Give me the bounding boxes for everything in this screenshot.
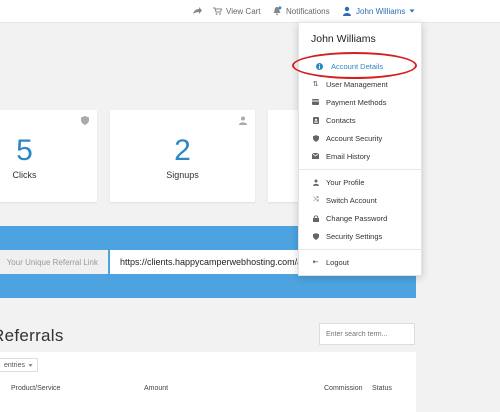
logout-icon: ⇤ [312,259,319,266]
view-cart-link[interactable]: View Cart [212,5,261,17]
caret-down-icon [28,363,33,367]
shuffle-icon: ⤨ [312,196,319,203]
menu-item-email-history[interactable]: Email History [299,148,421,164]
top-navbar: View Cart Notifications John Williams [0,0,500,23]
address-book-icon [312,116,319,124]
menu-item-label: Email History [326,151,371,161]
menu-item-label: Change Password [326,213,388,223]
shield-icon [312,134,319,142]
menu-item-label: Switch Account [326,195,377,205]
menu-item-label: Security Settings [326,231,383,241]
referrals-table-panel [0,352,416,412]
clicks-label: Clicks [12,170,37,180]
referral-link-label-text: Your Unique Referral Link [6,257,98,267]
share-icon [193,7,202,14]
menu-divider [299,249,421,250]
menu-item-label: Logout [326,257,349,267]
menu-item-label: Your Profile [326,177,365,187]
column-header-amount[interactable]: Amount [144,385,168,392]
column-header-product[interactable]: Product/Service [11,385,60,392]
stat-card-clicks: 5 Clicks [0,110,97,202]
envelope-icon [312,153,319,160]
menu-item-your-profile[interactable]: Your Profile [299,174,421,190]
menu-item-logout[interactable]: ⇤ Logout [299,254,421,270]
caret-down-icon [409,9,415,13]
user-icon [343,6,351,16]
menu-item-label: Contacts [326,115,356,125]
share-button[interactable] [192,5,202,17]
menu-item-account-security[interactable]: Account Security [299,130,421,146]
menu-divider [299,169,421,170]
referral-link-field[interactable]: https://clients.happycamperwebhosting.co… [110,250,310,274]
shield-icon [81,116,89,125]
menu-item-security-settings[interactable]: Security Settings [299,228,421,244]
users-icon: ⇅ [312,81,319,88]
referral-link-label: Your Unique Referral Link [0,250,108,274]
dropdown-title: John Williams [311,33,376,45]
stat-card-signups: 2 Signups [110,110,255,202]
lock-icon [312,214,319,222]
entries-select[interactable]: entries [0,358,38,372]
referral-band-bottom [0,276,416,298]
menu-item-change-password[interactable]: Change Password [299,210,421,226]
shield-check-icon [312,232,319,240]
user-menu-toggle[interactable]: John Williams [342,5,415,17]
signups-count: 2 [174,134,191,167]
search-input[interactable] [319,323,415,345]
column-header-status[interactable]: Status [372,385,392,392]
referrals-heading-text: Referrals [0,326,64,345]
menu-item-label: User Management [326,79,388,89]
referrals-heading: Referrals [0,326,72,346]
view-cart-label: View Cart [226,6,261,16]
user-icon [312,179,319,186]
menu-item-contacts[interactable]: Contacts [299,112,421,128]
menu-item-switch-account[interactable]: ⤨ Switch Account [299,192,421,208]
menu-item-label: Account Security [326,133,383,143]
bell-icon [273,6,282,16]
user-name-label: John Williams [356,6,406,16]
clicks-count: 5 [16,134,33,167]
cart-icon [213,7,222,15]
credit-card-icon [312,99,319,106]
column-header-commission[interactable]: Commission [324,385,363,392]
highlight-annotation [292,52,417,79]
user-icon [239,116,247,125]
notifications-label: Notifications [286,6,330,16]
notifications-link[interactable]: Notifications [272,5,330,17]
menu-item-payment-methods[interactable]: Payment Methods [299,94,421,110]
menu-item-label: Payment Methods [326,97,387,107]
entries-label: entries [3,361,25,369]
signups-label: Signups [166,170,199,180]
stat-card-partial [268,110,298,202]
